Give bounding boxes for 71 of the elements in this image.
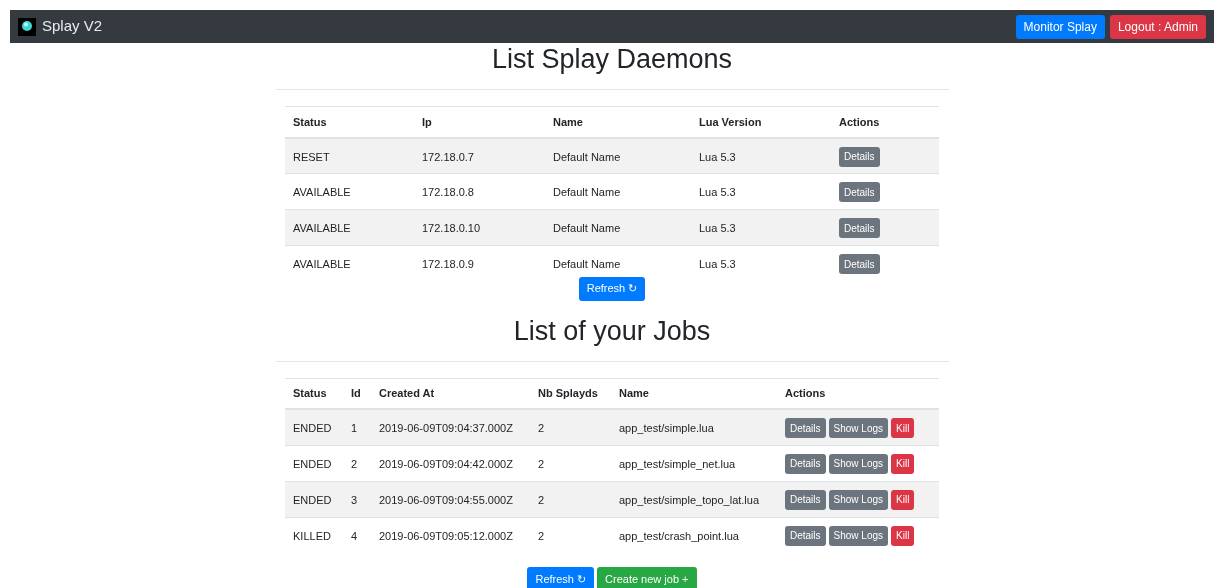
column-header: Id — [343, 378, 371, 409]
column-header: Status — [285, 378, 343, 409]
table-cell: AVAILABLE — [285, 245, 414, 282]
table-cell: Lua 5.3 — [691, 209, 831, 246]
table-cell: AVAILABLE — [285, 209, 414, 246]
details-button[interactable]: Details — [839, 218, 880, 238]
kill-button[interactable]: Kill — [891, 453, 915, 474]
show-logs-button[interactable]: Show Logs — [828, 489, 889, 510]
table-cell: Lua 5.3 — [691, 245, 831, 282]
refresh-button[interactable]: Refresh ↻ — [578, 276, 646, 301]
table-cell: 2 — [530, 445, 611, 481]
column-header: Status — [285, 106, 414, 138]
table-cell: app_test/simple_topo_lat.lua — [611, 481, 777, 517]
column-header: Created At — [371, 378, 530, 409]
table-cell: 172.18.0.10 — [414, 209, 545, 246]
show-logs-button[interactable]: Show Logs — [828, 453, 889, 474]
kill-button[interactable]: Kill — [891, 525, 915, 546]
table-cell: 4 — [343, 517, 371, 553]
table-cell: app_test/simple_net.lua — [611, 445, 777, 481]
column-header: Actions — [831, 106, 939, 138]
refresh-button[interactable]: Refresh ↻ — [527, 567, 595, 588]
table-cell: RESET — [285, 137, 414, 174]
section-heading: List Splay Daemons — [490, 43, 734, 75]
table-cell: 2019-06-09T09:04:37.000Z — [371, 409, 530, 445]
kill-button[interactable]: Kill — [891, 489, 915, 510]
column-header: Lua Version — [691, 106, 831, 138]
table-cell: 3 — [343, 481, 371, 517]
brand-title[interactable]: Splay V2 — [42, 15, 103, 38]
details-button[interactable]: Details — [785, 525, 826, 546]
details-button[interactable]: Details — [785, 489, 826, 510]
monitor-button[interactable]: Monitor Splay — [1015, 14, 1105, 39]
table-cell: 2 — [530, 409, 611, 445]
table-cell: KILLED — [285, 517, 343, 553]
section-heading: List of your Jobs — [512, 314, 712, 347]
table-cell: app_test/crash_point.lua — [611, 517, 777, 553]
show-logs-button[interactable]: Show Logs — [828, 525, 889, 546]
column-header: Name — [545, 106, 691, 138]
column-header: Ip — [414, 106, 545, 138]
logo-icon — [18, 17, 36, 36]
logout-button[interactable]: Logout : Admin — [1109, 14, 1206, 39]
details-button[interactable]: Details — [839, 146, 880, 167]
table-cell: 2 — [530, 517, 611, 553]
kill-button[interactable]: Kill — [891, 418, 915, 438]
show-logs-button[interactable]: Show Logs — [828, 418, 889, 438]
table-cell: Default Name — [545, 137, 691, 174]
details-button[interactable]: Details — [839, 254, 880, 274]
table-cell: 2 — [343, 445, 371, 481]
table-cell: AVAILABLE — [285, 173, 414, 210]
create-job-button[interactable]: Create new job + — [597, 567, 697, 588]
table-cell: Default Name — [545, 209, 691, 246]
details-button[interactable]: Details — [785, 418, 826, 438]
table-cell: Lua 5.3 — [691, 137, 831, 174]
table-cell: Default Name — [545, 173, 691, 210]
column-header: Name — [611, 378, 777, 409]
table-cell: ENDED — [285, 409, 343, 445]
table-cell: 2 — [530, 481, 611, 517]
table-cell: 172.18.0.8 — [414, 173, 545, 210]
table-cell: 172.18.0.9 — [414, 245, 545, 282]
table-cell: 1 — [343, 409, 371, 445]
table-cell: 2019-06-09T09:04:42.000Z — [371, 445, 530, 481]
details-button[interactable]: Details — [785, 453, 826, 474]
table-cell: Lua 5.3 — [691, 173, 831, 210]
table-cell: ENDED — [285, 445, 343, 481]
table-cell: 2019-06-09T09:05:12.000Z — [371, 517, 530, 553]
table-cell: app_test/simple.lua — [611, 409, 777, 445]
table-cell: 172.18.0.7 — [414, 137, 545, 174]
table-cell: ENDED — [285, 481, 343, 517]
details-button[interactable]: Details — [839, 182, 880, 202]
column-header: Actions — [777, 378, 939, 409]
table-cell: 2019-06-09T09:04:55.000Z — [371, 481, 530, 517]
column-header: Nb Splayds — [530, 378, 611, 409]
